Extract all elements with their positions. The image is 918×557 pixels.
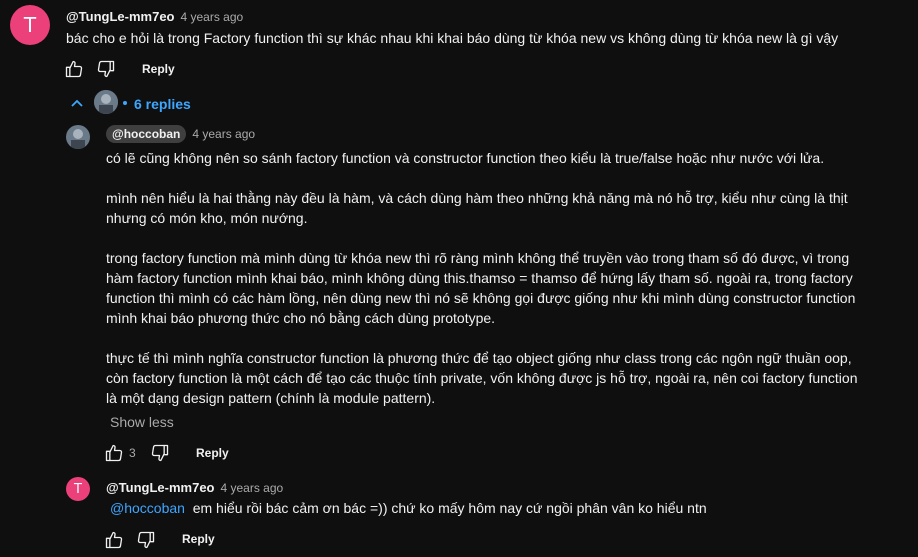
- avatar[interactable]: [66, 125, 90, 149]
- thumbs-down-icon: [151, 444, 169, 462]
- reply-button[interactable]: Reply: [182, 532, 215, 546]
- reply-author[interactable]: @TungLe-mm7eo: [106, 480, 215, 495]
- reply-text-line: [106, 168, 857, 188]
- comment-header: @TungLe-mm7eo 4 years ago: [66, 8, 243, 26]
- profile-photo-icon: [94, 90, 118, 114]
- like-count: 3: [129, 446, 136, 460]
- reply-text-line: [106, 228, 857, 248]
- comment-author[interactable]: @TungLe-mm7eo: [66, 9, 175, 24]
- thumbs-down-icon: [97, 60, 115, 78]
- reply-text-line: có lẽ cũng không nên so sánh factory fun…: [106, 150, 825, 166]
- thumbs-up-icon: [105, 531, 123, 549]
- reply-text-line: nhưng có món kho, món nướng.: [106, 210, 308, 226]
- reply-text: @hoccoban em hiểu rồi bác cảm ơn bác =))…: [110, 498, 707, 518]
- replier-avatar: [94, 90, 118, 114]
- dislike-button[interactable]: [150, 443, 170, 463]
- reply-text-line: còn factory function là một cách để tạo …: [106, 370, 858, 386]
- like-button[interactable]: [64, 59, 84, 79]
- thumbs-up-icon: [65, 60, 83, 78]
- thumbs-down-icon: [137, 531, 155, 549]
- reply-timestamp[interactable]: 4 years ago: [221, 481, 284, 495]
- replies-toggle[interactable]: 6 replies: [66, 90, 196, 116]
- reply-header: @TungLe-mm7eo 4 years ago: [106, 479, 283, 497]
- show-less-button[interactable]: Show less: [110, 414, 174, 430]
- chevron-up-icon: [71, 99, 83, 107]
- reply-button[interactable]: Reply: [142, 62, 175, 76]
- dot-separator: [123, 101, 127, 105]
- avatar-letter: T: [74, 481, 82, 497]
- reply-text-line: function thì mình có các hàm lồng, nên d…: [106, 290, 856, 306]
- avatar-letter: T: [23, 13, 37, 37]
- creator-chip[interactable]: @hoccoban: [106, 125, 187, 143]
- reply-text: có lẽ cũng không nên so sánh factory fun…: [106, 148, 857, 408]
- comment-timestamp[interactable]: 4 years ago: [181, 10, 244, 24]
- replies-count: 6 replies: [134, 96, 191, 112]
- reply-text-line: mình khai báo phương thức cho nó bằng cá…: [106, 310, 496, 326]
- reply-text-line: hàm factory function mình khai báo, mình…: [106, 270, 853, 286]
- reply-text-line: là một dạng design pattern (chính là mod…: [106, 390, 436, 406]
- avatar[interactable]: T: [66, 477, 90, 501]
- thumbs-up-icon: [105, 444, 123, 462]
- like-button[interactable]: [104, 530, 124, 550]
- reply-text-line: [106, 328, 857, 348]
- profile-photo-icon: [66, 125, 90, 149]
- reply-text-line: mình nên hiểu là hai thằng này đều là hà…: [106, 190, 848, 206]
- reply-button[interactable]: Reply: [196, 446, 229, 460]
- comment-text: bác cho e hỏi là trong Factory function …: [66, 30, 839, 46]
- like-button[interactable]: [104, 443, 124, 463]
- dislike-button[interactable]: [136, 530, 156, 550]
- dislike-button[interactable]: [96, 59, 116, 79]
- reply-text-line: thực tế thì mình nghĩa constructor funct…: [106, 350, 852, 366]
- reply-text-line: trong factory function mà mình dùng từ k…: [106, 250, 850, 266]
- avatar[interactable]: T: [10, 5, 50, 45]
- reply-header: @hoccoban 4 years ago: [106, 125, 255, 143]
- reply-message: em hiểu rồi bác cảm ơn bác =)) chứ ko mấ…: [192, 500, 707, 516]
- reply-timestamp[interactable]: 4 years ago: [192, 127, 255, 141]
- mention-link[interactable]: @hoccoban: [110, 500, 185, 516]
